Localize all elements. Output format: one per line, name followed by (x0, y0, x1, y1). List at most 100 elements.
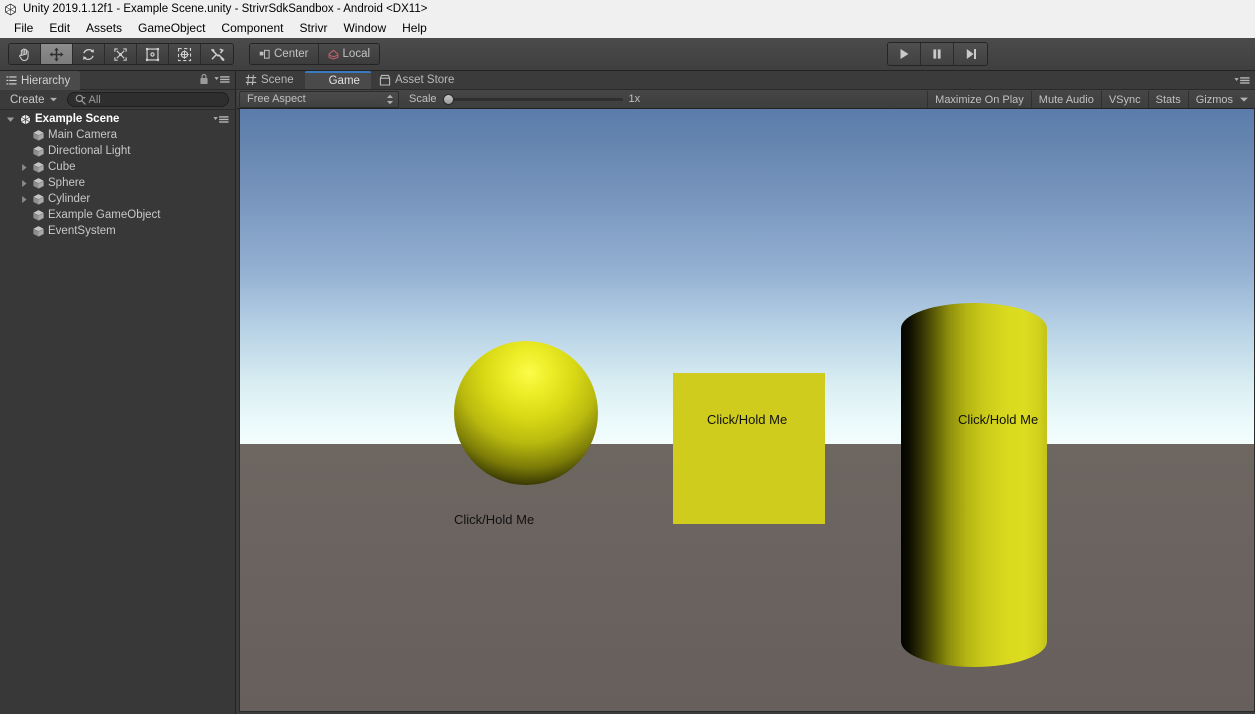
unity-editor-window: Unity 2019.1.12f1 - Example Scene.unity … (0, 0, 1255, 714)
hierarchy-item-example-gameobject[interactable]: Example GameObject (0, 207, 235, 223)
create-dropdown[interactable]: Create (6, 93, 61, 107)
scale-control: Scale 1x (409, 93, 640, 105)
gameobject-icon (30, 145, 47, 158)
step-icon (966, 49, 976, 59)
play-controls (887, 42, 988, 66)
expand-arrow-icon[interactable] (17, 195, 30, 204)
pivot-controls: Center Local (249, 43, 381, 65)
move-tool-button[interactable] (41, 44, 73, 64)
menu-gameobject[interactable]: GameObject (130, 19, 213, 37)
pivot-rotation-label: Local (342, 48, 371, 60)
gameobject-icon (30, 225, 47, 238)
gameobject-icon (30, 177, 47, 190)
menu-edit[interactable]: Edit (41, 19, 78, 37)
game-view-render[interactable]: Click/Hold Me Click/Hold Me Click/Hold M… (239, 109, 1255, 712)
menu-component[interactable]: Component (213, 19, 291, 37)
game-tab-row: Scene Game Asset Store (237, 71, 1255, 90)
cylinder-object[interactable] (901, 303, 1047, 667)
pause-button[interactable] (921, 43, 954, 65)
hierarchy-tab-icons (199, 73, 230, 85)
title-bar: Unity 2019.1.12f1 - Example Scene.unity … (0, 0, 1255, 18)
hierarchy-item-label: EventSystem (48, 225, 116, 237)
hierarchy-item-cube[interactable]: Cube (0, 159, 235, 175)
pivot-mode-button[interactable]: Center (250, 44, 319, 64)
unity-logo-icon (5, 3, 16, 15)
hand-tool-button[interactable] (9, 44, 41, 64)
hierarchy-icon (6, 76, 17, 85)
game-icon (313, 75, 319, 87)
hierarchy-item-label: Cube (48, 161, 76, 173)
menu-file[interactable]: File (6, 19, 41, 37)
hierarchy-scene-row[interactable]: Example Scene (0, 111, 235, 127)
step-button[interactable] (954, 43, 987, 65)
game-panel: Scene Game Asset Store Free Aspect Scale… (237, 71, 1255, 714)
hierarchy-item-label: Sphere (48, 177, 86, 189)
transform-icon (177, 47, 192, 61)
unity-scene-icon (17, 113, 34, 126)
create-label: Create (10, 93, 45, 106)
cube-object[interactable] (673, 373, 825, 524)
mute-audio-toggle[interactable]: Mute Audio (1030, 91, 1101, 108)
menu-strivr[interactable]: Strivr (291, 19, 335, 37)
scale-label: Scale (409, 93, 437, 105)
lock-icon[interactable] (199, 73, 209, 85)
scene-context-menu-icon[interactable] (213, 114, 229, 128)
maximize-on-play-toggle[interactable]: Maximize On Play (927, 91, 1031, 108)
hand-icon (19, 47, 29, 61)
scene-expand-arrow[interactable] (4, 115, 17, 124)
tab-asset-store-label: Asset Store (394, 74, 455, 86)
tab-asset-store[interactable]: Asset Store (370, 71, 466, 89)
updown-arrows-icon (387, 94, 393, 104)
tab-scene-label: Scene (261, 74, 294, 86)
tab-scene[interactable]: Scene (237, 71, 305, 89)
aspect-ratio-dropdown[interactable]: Free Aspect (239, 90, 399, 108)
menu-bar: File Edit Assets GameObject Component St… (0, 18, 1255, 38)
tab-game[interactable]: Game (304, 71, 371, 89)
play-icon (900, 49, 909, 59)
pivot-rotation-button[interactable]: Local (318, 44, 380, 64)
hierarchy-panel: Hierarchy Create All Example Scene Main … (0, 71, 236, 714)
hierarchy-item-directional-light[interactable]: Directional Light (0, 143, 235, 159)
move-icon (49, 47, 64, 61)
pause-icon (933, 49, 941, 59)
gizmos-dropdown[interactable]: Gizmos (1187, 91, 1255, 108)
vsync-toggle[interactable]: VSync (1100, 91, 1148, 108)
menu-assets[interactable]: Assets (78, 19, 130, 37)
hierarchy-tree: Example Scene Main Camera Directional Li… (0, 110, 235, 239)
scale-slider[interactable] (442, 93, 623, 105)
window-title: Unity 2019.1.12f1 - Example Scene.unity … (23, 3, 428, 15)
transform-tools-group (8, 43, 234, 65)
tab-hierarchy[interactable]: Hierarchy (0, 71, 81, 90)
hierarchy-search-input[interactable]: All (66, 92, 229, 107)
expand-arrow-icon[interactable] (17, 179, 30, 188)
hierarchy-item-main-camera[interactable]: Main Camera (0, 127, 235, 143)
transform-tool-button[interactable] (169, 44, 201, 64)
gameobject-icon (30, 161, 47, 174)
game-context-menu-icon[interactable] (1234, 73, 1250, 91)
custom-tool-button[interactable] (201, 44, 233, 64)
gizmos-label: Gizmos (1195, 93, 1233, 106)
rect-tool-button[interactable] (137, 44, 169, 64)
search-icon (75, 94, 86, 105)
hierarchy-item-label: Cylinder (48, 193, 91, 205)
scale-slider-handle[interactable] (442, 93, 454, 105)
hierarchy-item-label: Example GameObject (48, 209, 161, 221)
hierarchy-item-label: Directional Light (48, 145, 131, 157)
scene-icon (245, 74, 257, 86)
menu-help[interactable]: Help (394, 19, 435, 37)
rotate-tool-button[interactable] (73, 44, 105, 64)
hierarchy-item-cylinder[interactable]: Cylinder (0, 191, 235, 207)
hierarchy-item-sphere[interactable]: Sphere (0, 175, 235, 191)
sphere-object[interactable] (454, 341, 598, 485)
stats-toggle[interactable]: Stats (1147, 91, 1188, 108)
hierarchy-item-eventsystem[interactable]: EventSystem (0, 223, 235, 239)
rect-transform-icon (145, 47, 160, 61)
tab-hierarchy-label: Hierarchy (21, 74, 71, 87)
tools-icon (210, 48, 224, 61)
scale-tool-button[interactable] (105, 44, 137, 64)
hamburger-menu-icon[interactable] (214, 74, 230, 85)
expand-arrow-icon[interactable] (17, 163, 30, 172)
play-button[interactable] (888, 43, 921, 65)
rotate-icon (83, 48, 94, 60)
menu-window[interactable]: Window (335, 19, 394, 37)
